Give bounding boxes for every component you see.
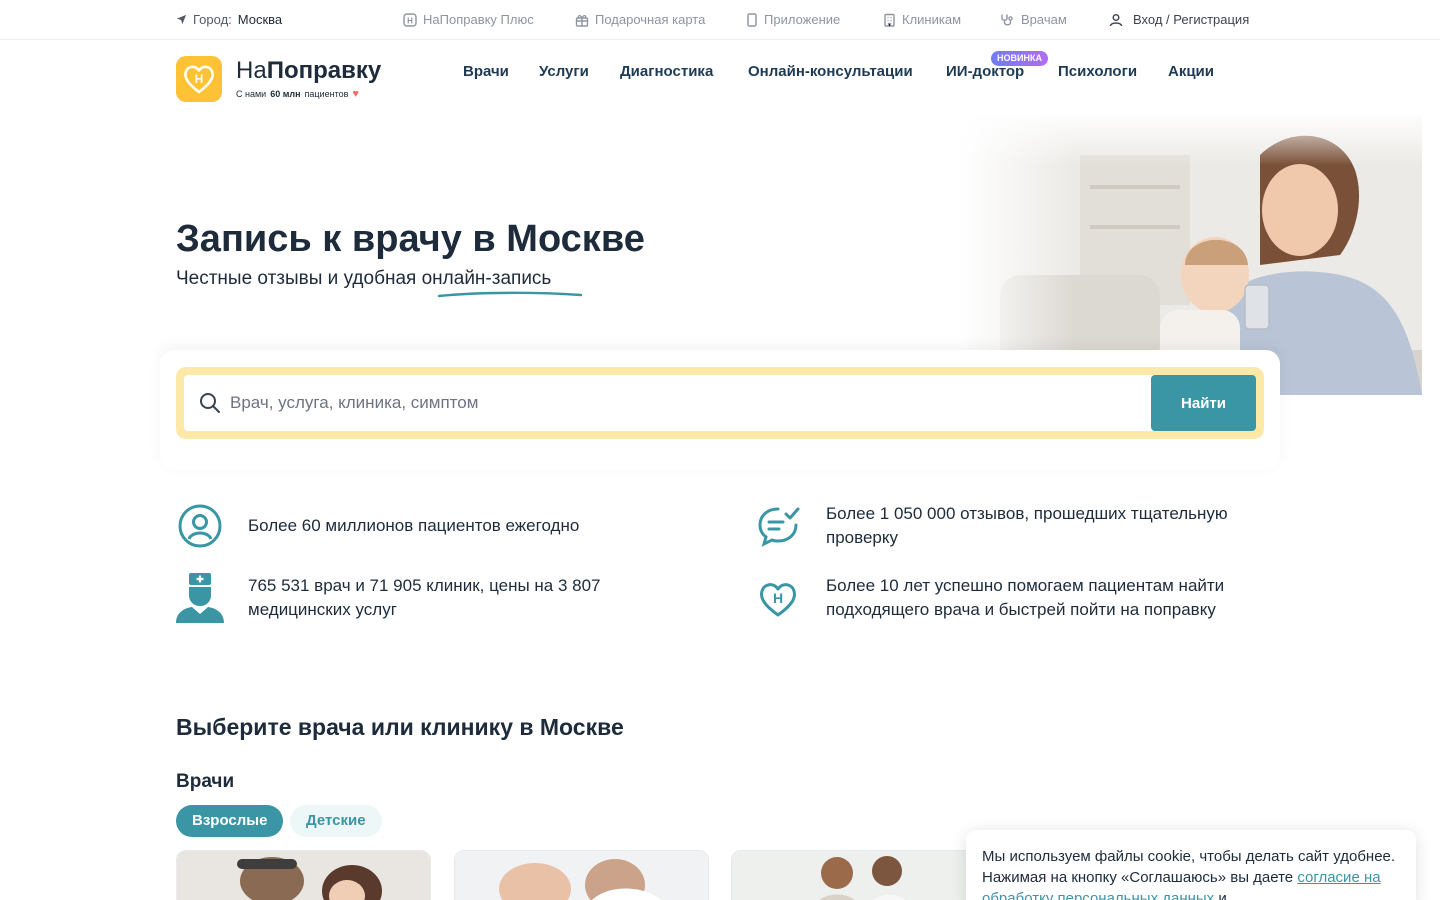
doctors-subtitle: Врачи	[176, 771, 235, 792]
hero-subtitle-highlight: онлайн-запись	[421, 268, 552, 289]
doctor-card[interactable]	[731, 850, 986, 900]
top-link-doctors[interactable]: Врачам	[1000, 12, 1067, 27]
nav-diagnostics[interactable]: Диагностика	[620, 63, 713, 80]
feature-years: Н Более 10 лет успешно помогаем пациента…	[754, 574, 1266, 622]
feature-patients-text: Более 60 миллионов пациентов ежегодно	[248, 516, 580, 535]
feature-doctors: 765 531 врач и 71 905 клиник, цены на 3 …	[176, 573, 668, 623]
search-icon	[200, 393, 220, 413]
city-label: Город:	[193, 12, 232, 27]
hero-subtitle: Честные отзывы и удобная онлайн-запись	[176, 268, 551, 290]
slogan-pre: С нами	[236, 89, 267, 99]
nav-online-consultations[interactable]: Онлайн-консультации	[748, 63, 913, 80]
phone-icon	[747, 12, 757, 27]
nav-psychologists[interactable]: Психологи	[1058, 63, 1137, 80]
site-logo[interactable]: Н НаПоправку С нами 60 млн пациентов ♥	[176, 56, 381, 102]
logo-heart-icon: Н	[176, 56, 222, 102]
nav-promotions[interactable]: Акции	[1168, 63, 1214, 80]
doctor-card[interactable]	[176, 850, 431, 900]
top-link-gift-label: Подарочная карта	[595, 12, 706, 27]
search-bar: Найти	[176, 367, 1264, 439]
stethoscope-icon	[1001, 14, 1013, 25]
top-link-clinics[interactable]: Клиникам	[883, 12, 961, 27]
search-button[interactable]: Найти	[1151, 375, 1256, 431]
login-link[interactable]: Вход / Регистрация	[1109, 12, 1249, 27]
slogan-post: пациентов	[304, 89, 349, 99]
top-link-plus-label: НаПоправку Плюс	[423, 12, 534, 27]
plus-badge-icon: Н	[403, 12, 417, 27]
logo-bold: Поправку	[266, 57, 382, 84]
feature-years-text: Более 10 лет успешно помогаем пациентам …	[826, 576, 1225, 619]
section-title: Выберите врача или клинику в Москве	[176, 714, 624, 740]
cookie-text-end: и	[1218, 890, 1227, 900]
city-value: Москва	[237, 12, 283, 27]
highlight-underline	[437, 291, 583, 298]
nav-doctors[interactable]: Врачи	[463, 63, 509, 80]
main-header: Н НаПоправку С нами 60 млн пациентов ♥ В…	[0, 41, 1440, 111]
feature-reviews: Более 1 050 000 отзывов, прошедших тщате…	[754, 502, 1266, 550]
city-selector[interactable]: Город: Москва	[176, 12, 282, 27]
nav-services[interactable]: Услуги	[539, 63, 589, 80]
user-icon	[1109, 13, 1123, 26]
top-link-clinics-label: Клиникам	[902, 12, 962, 27]
top-link-plus[interactable]: Н НаПоправку Плюс	[403, 12, 534, 27]
login-label: Вход / Регистрация	[1133, 12, 1250, 27]
heart-logo-icon: Н	[754, 574, 802, 622]
logo-wordmark: НаПоправку	[236, 58, 381, 84]
top-link-gift[interactable]: Подарочная карта	[575, 12, 705, 27]
svg-text:Н: Н	[195, 72, 204, 86]
top-link-app-label: Приложение	[764, 12, 841, 27]
page-title: Запись к врачу в Москве	[176, 218, 645, 260]
search-input[interactable]	[230, 375, 1140, 431]
location-arrow-icon	[176, 14, 187, 25]
logo-prefix: На	[236, 57, 267, 84]
reviews-icon	[754, 502, 802, 550]
tab-adults[interactable]: Взрослые	[176, 805, 284, 837]
doctor-icon	[176, 573, 224, 623]
feature-doctors-text: 765 531 врач и 71 905 клиник, цены на 3 …	[248, 576, 601, 619]
new-badge: НОВИНКА	[991, 51, 1048, 66]
tab-children[interactable]: Детские	[290, 805, 382, 837]
building-icon	[884, 13, 895, 27]
hero-subtitle-text: Честные отзывы и удобная	[176, 268, 417, 289]
top-link-app[interactable]: Приложение	[746, 12, 840, 27]
logo-slogan: С нами 60 млн пациентов ♥	[236, 88, 381, 100]
svg-text:Н: Н	[407, 16, 413, 25]
top-bar: Город: Москва Н НаПоправку Плюс Подарочн…	[0, 0, 1440, 40]
cookie-banner: Мы используем файлы cookie, чтобы делать…	[966, 830, 1416, 900]
feature-reviews-text: Более 1 050 000 отзывов, прошедших тщате…	[826, 504, 1228, 547]
slogan-heart-icon: ♥	[352, 88, 359, 100]
patient-icon	[176, 502, 224, 550]
feature-patients: Более 60 миллионов пациентов ежегодно	[176, 502, 668, 550]
top-link-doctors-label: Врачам	[1021, 12, 1067, 27]
svg-text:Н: Н	[773, 590, 783, 606]
doctor-card[interactable]	[454, 850, 709, 900]
gift-icon	[575, 14, 589, 27]
slogan-bold: 60 млн	[270, 89, 301, 99]
